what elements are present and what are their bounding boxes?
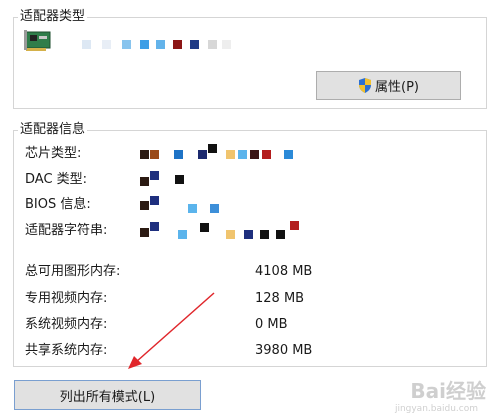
chip-type-label: 芯片类型: (25, 146, 82, 161)
total-graphics-memory-label: 总可用图形内存: (25, 264, 121, 279)
adapter-name-redacted (80, 38, 240, 50)
dac-type-value-redacted (140, 171, 340, 186)
dedicated-video-memory-value: 128 MB (255, 291, 305, 306)
shared-system-memory-label: 共享系统内存: (25, 343, 108, 358)
bios-info-label: BIOS 信息: (25, 197, 91, 212)
shared-system-memory-value: 3980 MB (255, 343, 313, 358)
chip-type-value-redacted (140, 144, 340, 162)
properties-button-label: 属性(P) (375, 80, 419, 95)
uac-shield-icon (359, 78, 371, 93)
dac-type-label: DAC 类型: (25, 172, 88, 187)
adapter-type-title: 适配器类型 (18, 8, 88, 26)
list-all-modes-label: 列出所有模式(L) (59, 389, 156, 405)
baidu-watermark-url: jingyan.baidu.com (394, 404, 478, 414)
bios-info-value-redacted (140, 196, 340, 213)
system-video-memory-label: 系统视频内存: (25, 317, 108, 332)
total-graphics-memory-value: 4108 MB (255, 264, 313, 279)
adapter-string-label: 适配器字符串: (25, 223, 108, 238)
dedicated-video-memory-label: 专用视频内存: (25, 291, 108, 306)
adapter-string-value-redacted (140, 221, 340, 239)
display-adapter-icon (24, 30, 51, 51)
system-video-memory-value: 0 MB (255, 317, 288, 332)
baidu-watermark: Bai经验 (410, 379, 486, 403)
adapter-info-title: 适配器信息 (18, 121, 88, 139)
properties-button[interactable]: 属性(P) (316, 71, 461, 100)
list-all-modes-button[interactable]: 列出所有模式(L) (14, 380, 201, 410)
